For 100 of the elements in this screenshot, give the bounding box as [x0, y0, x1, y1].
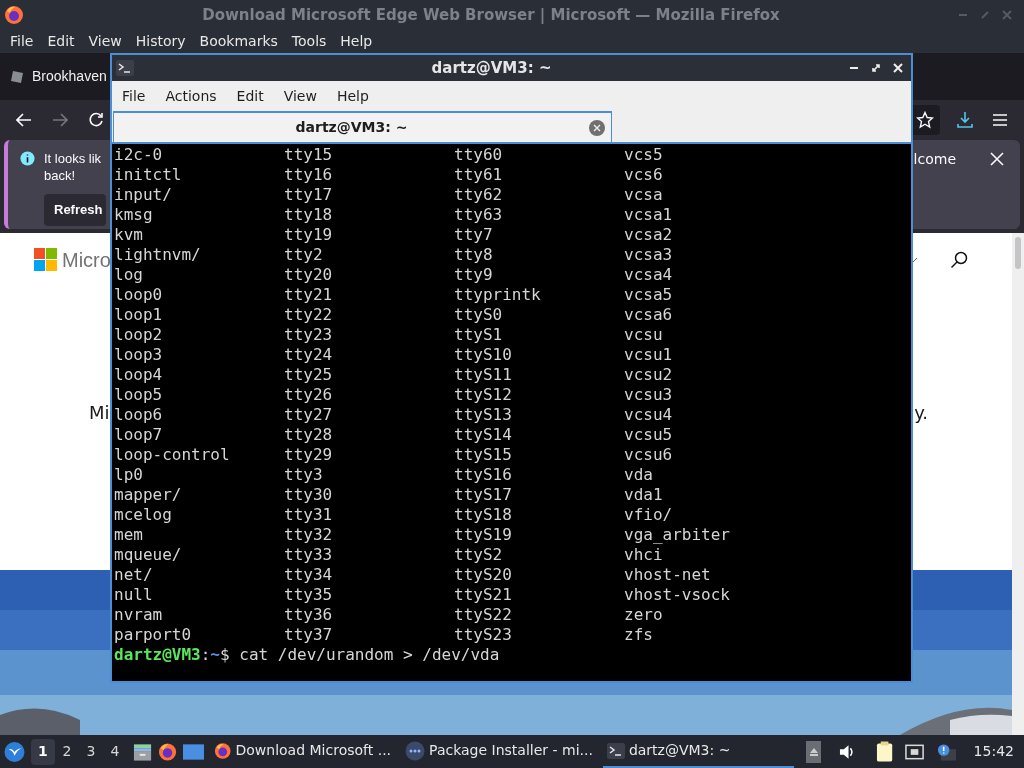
page-text: Mi [89, 401, 110, 425]
menu-icon[interactable] [992, 113, 1008, 127]
terminal-text: tty34 [284, 565, 334, 585]
terminal-text: vfio/ [624, 505, 674, 525]
terminal-text: ttyS21 [454, 585, 513, 605]
menu-item[interactable]: Bookmarks [199, 31, 278, 52]
terminal-text: ttyS23 [454, 625, 513, 645]
terminal-text: tty35 [284, 585, 334, 605]
menu-item[interactable]: Help [336, 85, 369, 107]
terminal-text: tty16 [284, 165, 334, 185]
terminal-text: null [114, 585, 154, 605]
terminal-text: ttyS18 [454, 505, 513, 525]
terminal-text: vda [624, 465, 654, 485]
prompt-path: ~ [210, 645, 220, 665]
notification-text: lcome [913, 150, 956, 169]
terminal-text: tty32 [284, 525, 334, 545]
terminal-text: vcs6 [624, 165, 664, 185]
task-button[interactable]: dartz@VM3: ~ [602, 735, 794, 768]
notification-text: It looks lik [44, 150, 102, 167]
terminal-text: tty28 [284, 425, 334, 445]
terminal-text: vcsa4 [624, 265, 674, 285]
menu-item[interactable]: Edit [236, 85, 264, 107]
workspace-button[interactable]: 2 [54, 738, 79, 765]
network-icon[interactable] [905, 743, 925, 760]
terminal-text: loop3 [114, 345, 164, 365]
forward-arrow-icon[interactable] [52, 113, 68, 127]
terminal-text: tty15 [284, 145, 334, 165]
terminal-text: loop5 [114, 385, 164, 405]
terminal-text: tty20 [284, 265, 334, 285]
menu-item[interactable]: File [122, 85, 146, 107]
terminal-text: vcsu3 [624, 385, 674, 405]
menu-item[interactable]: History [135, 31, 186, 52]
terminal-text: kmsg [114, 205, 154, 225]
menu-item[interactable]: Actions [165, 85, 217, 107]
clock-text: 15:42 [973, 742, 1014, 761]
refresh-button[interactable]: Refresh [44, 194, 107, 226]
terminal-text: vcsu1 [624, 345, 674, 365]
terminal-text: initctl [114, 165, 183, 185]
terminal-text: ttyS12 [454, 385, 513, 405]
terminal-text: vhci [624, 545, 664, 565]
window-icon[interactable] [183, 742, 205, 761]
browser-tab[interactable]: Brookhaven [32, 66, 107, 87]
terminal-text: tty60 [454, 145, 504, 165]
terminal-text: tty26 [284, 385, 334, 405]
terminal-text: loop1 [114, 305, 164, 325]
terminal-text: ttyS13 [454, 405, 513, 425]
eject-icon [809, 747, 818, 756]
terminal-text: vcsu4 [624, 405, 674, 425]
tab-favicon-icon [10, 69, 24, 84]
workspace-button[interactable]: 4 [102, 738, 127, 765]
terminal-text: ttyS2 [454, 545, 504, 565]
terminal-text: lp0 [114, 465, 144, 485]
terminal-text: nvram [114, 605, 164, 625]
terminal-text: tty8 [454, 245, 494, 265]
menu-item[interactable]: Edit [47, 31, 75, 52]
terminal-text: vcsa1 [624, 205, 674, 225]
menu-item[interactable]: Help [340, 31, 373, 52]
window-title: dartz@VM3: ~ [430, 57, 553, 79]
menu-item[interactable]: Tools [291, 31, 327, 52]
terminal-text: tty18 [284, 205, 334, 225]
terminal-text: tty29 [284, 445, 334, 465]
scrollbar[interactable] [1012, 233, 1024, 735]
logo-icon [34, 248, 58, 272]
file-cabinet-icon[interactable] [132, 741, 153, 762]
terminal-text: loop0 [114, 285, 164, 305]
menu-item[interactable]: View [283, 85, 317, 107]
menu-item[interactable]: File [10, 31, 34, 52]
terminal-text: loop2 [114, 325, 164, 345]
back-arrow-icon[interactable] [16, 113, 32, 127]
search-icon[interactable] [950, 251, 968, 269]
terminal-app-icon [116, 60, 134, 76]
notification-text: back! [44, 167, 77, 184]
terminal-text: vcsa3 [624, 245, 674, 265]
terminal-text: tty22 [284, 305, 334, 325]
star-icon [916, 111, 934, 129]
task-button[interactable]: Package Installer - mi... [401, 735, 597, 768]
download-icon[interactable] [956, 111, 974, 129]
terminal-text: tty33 [284, 545, 334, 565]
menu-item[interactable]: View [88, 31, 122, 52]
terminal-text: zfs [624, 625, 654, 645]
reload-icon[interactable] [88, 112, 104, 128]
terminal-text: ttyS0 [454, 305, 504, 325]
terminal-text: tty24 [284, 345, 334, 365]
terminal-text: loop-control [114, 445, 231, 465]
task-button[interactable]: Download Microsoft ... [210, 735, 396, 768]
terminal-tab[interactable]: dartz@VM3: ~ [113, 111, 612, 142]
eject-button[interactable] [805, 740, 822, 763]
terminal-text: vcsa6 [624, 305, 674, 325]
terminal-text: tty36 [284, 605, 334, 625]
terminal-text: tty31 [284, 505, 334, 525]
workspace-button[interactable]: 1 [30, 738, 55, 765]
terminal-text: vcsa2 [624, 225, 674, 245]
clipboard-icon[interactable] [876, 740, 894, 763]
terminal-text: tty3 [284, 465, 324, 485]
terminal-text: tty63 [454, 205, 504, 225]
alert-icon[interactable] [936, 742, 956, 761]
terminal-text: vcsu [624, 325, 664, 345]
bird-icon[interactable] [4, 740, 25, 763]
workspace-button[interactable]: 3 [78, 738, 103, 765]
tab-label: dartz@VM3: ~ [294, 118, 409, 137]
